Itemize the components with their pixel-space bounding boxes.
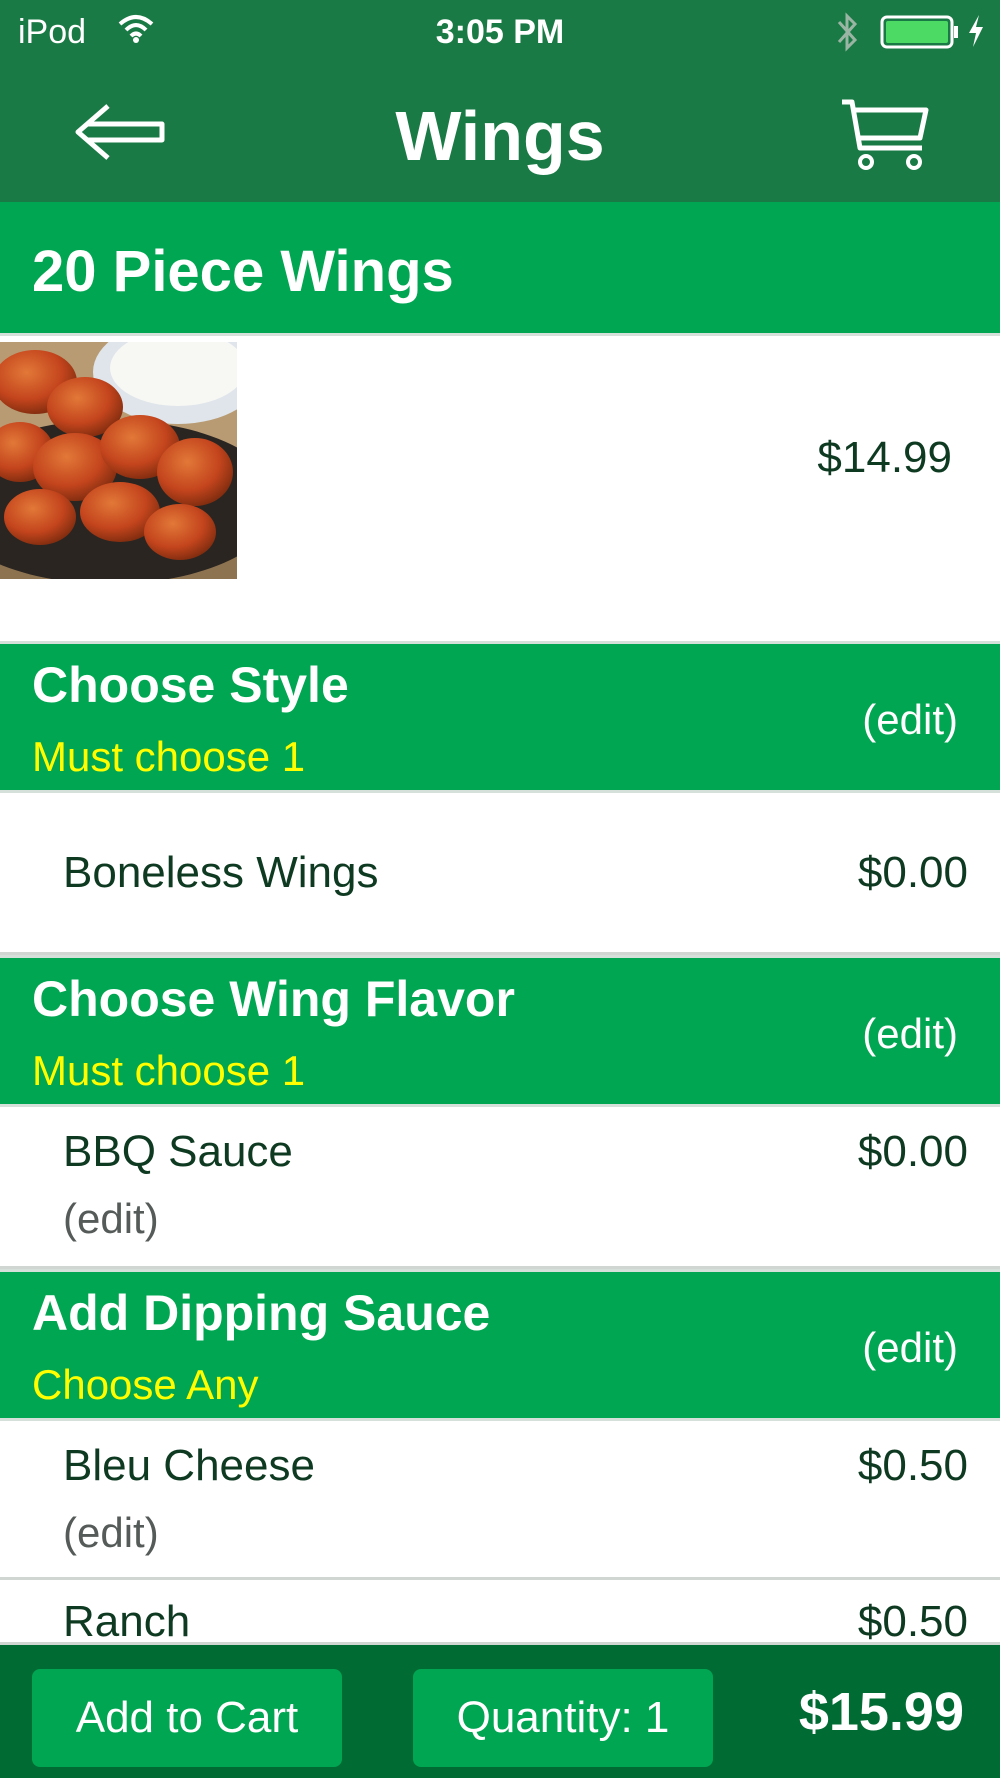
- option-price: $0.50: [857, 1441, 968, 1490]
- section-edit-link[interactable]: (edit): [862, 1010, 958, 1058]
- boneless-wings-photo: [0, 342, 237, 579]
- option-price: $0.00: [857, 1127, 968, 1176]
- add-to-cart-button[interactable]: Add to Cart: [32, 1669, 342, 1767]
- section-rule: Must choose 1: [32, 733, 306, 780]
- option-row[interactable]: Boneless Wings $0.00: [0, 793, 1000, 955]
- section-header-dipping: Add Dipping Sauce Choose Any (edit): [0, 1269, 1000, 1421]
- section-title: Choose Wing Flavor: [32, 971, 515, 1027]
- bluetooth-icon: [835, 12, 859, 57]
- option-edit-link[interactable]: (edit): [63, 1195, 159, 1243]
- section-title: Choose Style: [32, 657, 349, 713]
- option-price: $0.00: [857, 848, 968, 897]
- option-name: Ranch: [63, 1597, 191, 1646]
- option-name: BBQ Sauce: [63, 1127, 293, 1176]
- section-rule: Choose Any: [32, 1361, 259, 1408]
- option-row[interactable]: Bleu Cheese $0.50 (edit): [0, 1421, 1000, 1580]
- option-name: Bleu Cheese: [63, 1441, 315, 1490]
- quantity-button[interactable]: Quantity: 1: [413, 1669, 713, 1767]
- section-rule: Must choose 1: [32, 1047, 306, 1094]
- item-price: $14.99: [817, 433, 952, 482]
- option-name: Boneless Wings: [63, 848, 379, 897]
- section-header-flavor: Choose Wing Flavor Must choose 1 (edit): [0, 955, 1000, 1107]
- item-header: 20 Piece Wings: [0, 202, 1000, 336]
- cart-icon[interactable]: [838, 96, 930, 177]
- status-bar: iPod 3:05 PM: [0, 0, 1000, 64]
- section-header-style: Choose Style Must choose 1 (edit): [0, 641, 1000, 793]
- nav-bar: Wings: [0, 64, 1000, 202]
- option-price: $0.50: [857, 1597, 968, 1646]
- section-edit-link[interactable]: (edit): [862, 696, 958, 744]
- section-title: Add Dipping Sauce: [32, 1285, 491, 1341]
- item-name: 20 Piece Wings: [32, 239, 454, 304]
- section-edit-link[interactable]: (edit): [862, 1324, 958, 1372]
- option-edit-link[interactable]: (edit): [63, 1509, 159, 1557]
- order-total: $15.99: [798, 1682, 964, 1742]
- battery-icon: [880, 15, 960, 54]
- option-row[interactable]: BBQ Sauce $0.00 (edit): [0, 1107, 1000, 1269]
- charging-icon: [965, 13, 987, 54]
- bottom-bar: Add to Cart Quantity: 1 $15.99: [0, 1642, 1000, 1778]
